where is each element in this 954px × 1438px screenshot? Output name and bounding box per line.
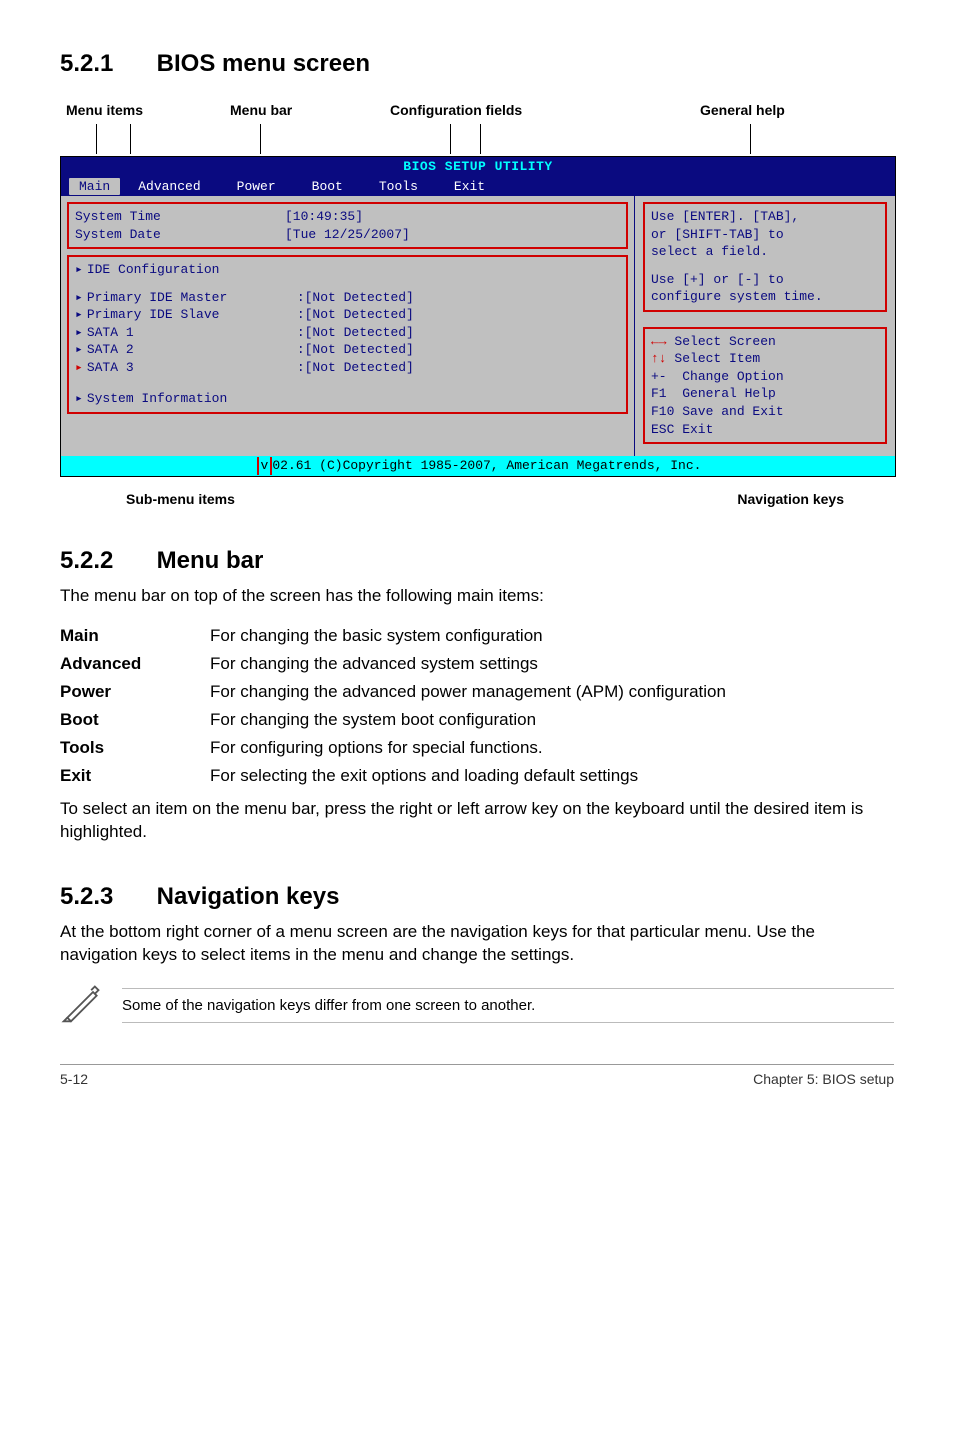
paragraph: To select an item on the menu bar, press… <box>60 798 894 844</box>
page-number: 5-12 <box>60 1071 88 1087</box>
menu-desc: For changing the advanced system setting… <box>210 650 894 678</box>
label-sub-menu-items: Sub-menu items <box>126 491 235 507</box>
menu-desc: For changing the basic system configurat… <box>210 622 894 650</box>
menu-key: Exit <box>60 762 210 790</box>
nav-select-item: ↑↓ Select Item <box>651 350 879 368</box>
section-title: BIOS menu screen <box>157 50 370 77</box>
section-number: 5.2.1 <box>60 50 150 78</box>
menu-key: Tools <box>60 734 210 762</box>
submenu-arrow-icon: ▸ <box>75 261 83 279</box>
submenu-arrow-icon: ▸ <box>75 289 83 307</box>
submenu-arrow-icon: ▸ <box>75 390 83 408</box>
nav-esc-exit: ESC Exit <box>651 421 879 439</box>
submenu-arrow-icon: ▸ <box>75 324 83 342</box>
chapter-label: Chapter 5: BIOS setup <box>753 1071 894 1087</box>
row-system-date[interactable]: System Date[Tue 12/25/2007] <box>75 226 620 244</box>
diagram-top-labels: Menu items Menu bar Configuration fields… <box>60 102 894 156</box>
bios-tab-advanced[interactable]: Advanced <box>120 178 218 196</box>
row-system-time[interactable]: System Time[10:49:35] <box>75 208 620 226</box>
section-number: 5.2.2 <box>60 547 150 575</box>
bios-menubar: Main Advanced Power Boot Tools Exit <box>61 177 895 197</box>
red-highlight-menu-items: System Time[10:49:35] System Date[Tue 12… <box>67 202 628 249</box>
menu-desc: For changing the system boot configurati… <box>210 706 894 734</box>
row-primary-ide-master[interactable]: ▸Primary IDE Master:[Not Detected] <box>75 289 620 307</box>
arrows-lr-icon: ←→ <box>651 334 667 349</box>
help-line: or [SHIFT-TAB] to <box>651 226 879 244</box>
pencil-note-icon <box>60 981 104 1030</box>
label-navigation-keys: Navigation keys <box>737 491 844 507</box>
nav-save-exit: F10 Save and Exit <box>651 403 879 421</box>
menu-desc: For changing the advanced power manageme… <box>210 678 894 706</box>
submenu-arrow-icon: ▸ <box>75 359 83 377</box>
menu-description-table: MainFor changing the basic system config… <box>60 622 894 790</box>
version-highlight: v <box>257 457 273 475</box>
page-footer: 5-12 Chapter 5: BIOS setup <box>60 1064 894 1087</box>
label-menu-bar: Menu bar <box>230 102 292 118</box>
note-text: Some of the navigation keys differ from … <box>122 988 894 1023</box>
table-row: ExitFor selecting the exit options and l… <box>60 762 894 790</box>
nav-change-option: +- Change Option <box>651 368 879 386</box>
row-primary-ide-slave[interactable]: ▸Primary IDE Slave:[Not Detected] <box>75 306 620 324</box>
help-line: Use [+] or [-] to <box>651 271 879 289</box>
label-general-help: General help <box>700 102 785 118</box>
bios-tab-power[interactable]: Power <box>219 178 294 196</box>
help-line: Use [ENTER]. [TAB], <box>651 208 879 226</box>
paragraph: The menu bar on top of the screen has th… <box>60 585 894 608</box>
heading-5-2-3: 5.2.3 Navigation keys <box>60 883 894 911</box>
bios-tab-exit[interactable]: Exit <box>436 178 503 196</box>
bios-tab-main[interactable]: Main <box>69 178 120 196</box>
red-highlight-general-help: Use [ENTER]. [TAB], or [SHIFT-TAB] to se… <box>643 202 887 312</box>
label-menu-items: Menu items <box>66 102 143 118</box>
section-number: 5.2.3 <box>60 883 150 911</box>
arrows-ud-icon: ↑↓ <box>651 351 667 366</box>
bios-title: BIOS SETUP UTILITY <box>61 157 895 177</box>
menu-key: Power <box>60 678 210 706</box>
menu-desc: For configuring options for special func… <box>210 734 894 762</box>
section-title: Menu bar <box>157 547 264 574</box>
table-row: PowerFor changing the advanced power man… <box>60 678 894 706</box>
table-row: BootFor changing the system boot configu… <box>60 706 894 734</box>
submenu-arrow-icon: ▸ <box>75 341 83 359</box>
row-system-information[interactable]: ▸System Information <box>75 390 620 408</box>
nav-general-help: F1 General Help <box>651 385 879 403</box>
bios-tab-boot[interactable]: Boot <box>294 178 361 196</box>
row-sata-3[interactable]: ▸SATA 3:[Not Detected] <box>75 359 620 377</box>
bios-screen: BIOS SETUP UTILITY Main Advanced Power B… <box>60 156 896 477</box>
bios-tab-tools[interactable]: Tools <box>361 178 436 196</box>
row-sata-2[interactable]: ▸SATA 2:[Not Detected] <box>75 341 620 359</box>
bios-right-pane: Use [ENTER]. [TAB], or [SHIFT-TAB] to se… <box>634 196 895 456</box>
bios-left-pane: System Time[10:49:35] System Date[Tue 12… <box>61 196 634 456</box>
paragraph: At the bottom right corner of a menu scr… <box>60 921 894 967</box>
label-config-fields: Configuration fields <box>390 102 522 118</box>
section-title: Navigation keys <box>157 883 340 910</box>
row-sata-1[interactable]: ▸SATA 1:[Not Detected] <box>75 324 620 342</box>
menu-key: Boot <box>60 706 210 734</box>
diagram-bottom-labels: Sub-menu items Navigation keys <box>60 491 894 507</box>
heading-5-2-1: 5.2.1 BIOS menu screen <box>60 50 894 78</box>
red-highlight-submenu: ▸IDE Configuration ▸Primary IDE Master:[… <box>67 255 628 414</box>
red-highlight-nav-keys: ←→ Select Screen ↑↓ Select Item +- Chang… <box>643 327 887 444</box>
heading-5-2-2: 5.2.2 Menu bar <box>60 547 894 575</box>
bios-footer: v02.61 (C)Copyright 1985-2007, American … <box>61 456 895 476</box>
table-row: ToolsFor configuring options for special… <box>60 734 894 762</box>
table-row: AdvancedFor changing the advanced system… <box>60 650 894 678</box>
menu-key: Main <box>60 622 210 650</box>
help-line: select a field. <box>651 243 879 261</box>
menu-desc: For selecting the exit options and loadi… <box>210 762 894 790</box>
note-block: Some of the navigation keys differ from … <box>60 981 894 1030</box>
submenu-arrow-icon: ▸ <box>75 306 83 324</box>
help-line: configure system time. <box>651 288 879 306</box>
row-ide-config[interactable]: ▸IDE Configuration <box>75 261 620 279</box>
nav-select-screen: ←→ Select Screen <box>651 333 879 351</box>
menu-key: Advanced <box>60 650 210 678</box>
table-row: MainFor changing the basic system config… <box>60 622 894 650</box>
